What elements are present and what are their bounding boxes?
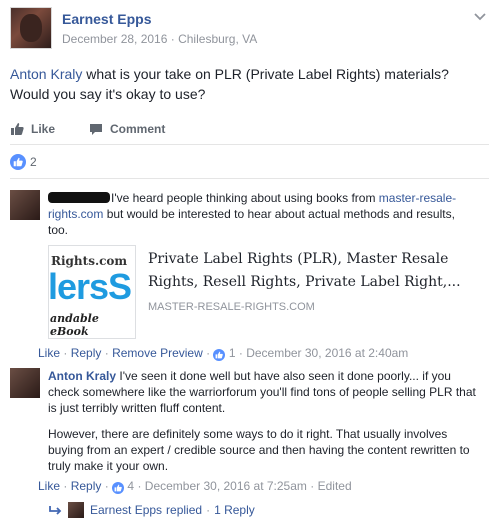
comment-item: Anton Kraly I've seen it done well but h…: [10, 368, 490, 480]
divider: [10, 144, 489, 145]
reactions-summary[interactable]: 2: [10, 154, 37, 170]
post-location[interactable]: Chilesburg, VA: [178, 32, 257, 46]
author-avatar[interactable]: [10, 7, 52, 49]
post-header: Earnest Epps December 28, 2016 · Chilesb…: [10, 7, 257, 51]
post-body: Anton Kraly what is your take on PLR (Pr…: [10, 64, 490, 104]
commenter-name[interactable]: Anton Kraly: [48, 369, 116, 383]
thumbs-up-icon: [11, 123, 24, 135]
reply-author[interactable]: Earnest Epps: [90, 503, 162, 517]
chevron-down-icon[interactable]: [474, 8, 486, 24]
remove-preview-link[interactable]: Remove Preview: [112, 346, 203, 360]
preview-domain: MASTER-RESALE-RIGHTS.COM: [148, 301, 315, 313]
preview-title[interactable]: Private Label Rights (PLR), Master Resal…: [148, 248, 468, 294]
comment-text-end: but would be interested to hear about ac…: [48, 207, 455, 237]
link-preview-card[interactable]: Rights.com lersS andable eBook Private L…: [48, 245, 468, 339]
like-reaction-icon: [112, 482, 125, 494]
thumb-line-3: andable eBook: [50, 312, 99, 338]
meta-separator: ·: [170, 32, 179, 46]
commenter-avatar[interactable]: [10, 368, 40, 398]
like-button[interactable]: Like: [10, 122, 55, 136]
comment-reply-link[interactable]: Reply: [71, 346, 102, 360]
reply-avatar: [68, 502, 84, 518]
comment-text: I've heard people thinking about using b…: [48, 190, 478, 238]
thumb-line-2: lersS: [48, 266, 132, 307]
reply-arrow-icon: [49, 506, 62, 515]
divider: [10, 178, 489, 179]
replies-summary[interactable]: Earnest Epps replied · 1 Reply: [48, 502, 255, 518]
post-meta: December 28, 2016 · Chilesburg, VA: [62, 32, 257, 46]
post-date[interactable]: December 28, 2016: [62, 32, 167, 46]
comment-actions: Like · Reply · 4 · December 30, 2016 at …: [38, 479, 352, 494]
reply-count[interactable]: 1 Reply: [214, 503, 255, 517]
edited-label[interactable]: Edited: [318, 479, 352, 493]
mention-link[interactable]: Anton Kraly: [10, 66, 82, 82]
like-reaction-icon: [10, 154, 26, 170]
comment-reply-link[interactable]: Reply: [71, 479, 102, 493]
comment-like-count[interactable]: 4: [127, 479, 134, 493]
comment-time[interactable]: December 30, 2016 at 2:40am: [246, 346, 408, 360]
comment-time[interactable]: December 30, 2016 at 7:25am: [145, 479, 307, 493]
comment-like-count[interactable]: 1: [229, 346, 236, 360]
comment-text-start: I've heard people thinking about using b…: [111, 191, 379, 205]
author-name[interactable]: Earnest Epps: [62, 11, 257, 27]
comment-text: Anton Kraly I've seen it done well but h…: [48, 368, 478, 474]
reaction-count: 2: [30, 155, 37, 169]
comment-item: I've heard people thinking about using b…: [10, 190, 490, 250]
post-actions: Like Comment: [10, 117, 488, 141]
redacted-name: [48, 192, 110, 203]
post-card: Earnest Epps December 28, 2016 · Chilesb…: [0, 0, 499, 532]
comment-button[interactable]: Comment: [89, 122, 165, 136]
comment-paragraph-2: However, there are definitely some ways …: [48, 427, 470, 473]
like-label: Like: [31, 122, 56, 136]
comment-label: Comment: [110, 122, 166, 136]
reply-verb: replied: [166, 503, 203, 517]
comment-icon: [90, 123, 103, 135]
comment-like-link[interactable]: Like: [38, 479, 60, 493]
comment-actions: Like · Reply · Remove Preview · 1 · Dece…: [38, 346, 409, 361]
preview-thumbnail[interactable]: Rights.com lersS andable eBook: [48, 245, 136, 339]
comment-like-link[interactable]: Like: [38, 346, 60, 360]
like-reaction-icon: [213, 349, 226, 361]
commenter-avatar[interactable]: [10, 190, 40, 220]
